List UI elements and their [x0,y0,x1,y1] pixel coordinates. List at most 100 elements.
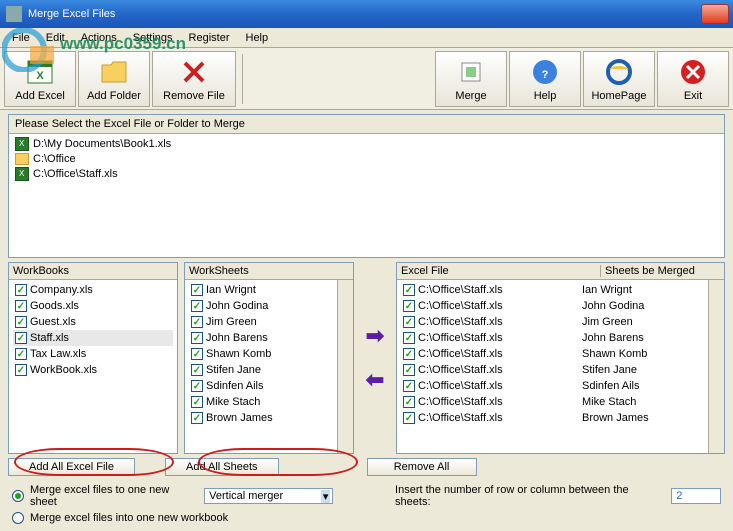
merge-row[interactable]: C:\Office\Staff.xlsJohn Barens [401,330,704,346]
remove-all-button[interactable]: Remove All [367,458,477,476]
add-excel-button[interactable]: X Add Excel [4,51,76,107]
checkbox[interactable] [191,396,203,408]
worksheet-item[interactable]: Jim Green [189,314,333,330]
merge-row[interactable]: C:\Office\Staff.xlsShawn Komb [401,346,704,362]
options-area: Merge excel files to one new sheet Verti… [0,480,733,528]
checkbox[interactable] [403,316,415,328]
checkbox[interactable] [403,396,415,408]
scrollbar[interactable] [708,280,724,453]
merge-row[interactable]: C:\Office\Staff.xlsMike Stach [401,394,704,410]
workbook-item[interactable]: Company.xls [13,282,173,298]
bottom-buttons: Add All Excel File Add All Sheets Remove… [0,454,733,480]
menu-help[interactable]: Help [238,30,277,46]
excel-file-icon [15,167,29,181]
remove-file-button[interactable]: Remove File [152,51,236,107]
file-path: D:\My Documents\Book1.xls [33,138,171,150]
menu-edit[interactable]: Edit [38,30,73,46]
checkbox[interactable] [403,300,415,312]
merge-list[interactable]: C:\Office\Staff.xlsIan WrigntC:\Office\S… [397,280,708,453]
checkbox[interactable] [15,316,27,328]
radio-one-workbook[interactable] [12,512,24,524]
merge-file: C:\Office\Staff.xls [418,396,579,408]
merge-row[interactable]: C:\Office\Staff.xlsIan Wrignt [401,282,704,298]
homepage-button[interactable]: HomePage [583,51,655,107]
checkbox[interactable] [403,348,415,360]
arrow-left[interactable]: ⬅ [366,367,384,393]
checkbox[interactable] [15,364,27,376]
menu-settings[interactable]: Settings [125,30,181,46]
merge-button[interactable]: Merge [435,51,507,107]
add-folder-button[interactable]: Add Folder [78,51,150,107]
file-row[interactable]: C:\Office [13,152,720,166]
checkbox[interactable] [191,348,203,360]
merge-direction-select[interactable]: Vertical merger [204,488,333,504]
file-row[interactable]: C:\Office\Staff.xls [13,166,720,182]
arrow-right[interactable]: ➡ [366,323,384,349]
checkbox[interactable] [403,284,415,296]
workbook-item[interactable]: Guest.xls [13,314,173,330]
close-button[interactable] [701,4,729,24]
worksheet-name: Sdinfen Ails [206,380,263,392]
file-row[interactable]: D:\My Documents\Book1.xls [13,136,720,152]
checkbox[interactable] [191,300,203,312]
worksheet-item[interactable]: John Barens [189,330,333,346]
worksheet-item[interactable]: Mike Stach [189,394,333,410]
x-icon [178,56,210,88]
checkbox[interactable] [191,316,203,328]
checkbox[interactable] [403,332,415,344]
workbook-item[interactable]: Goods.xls [13,298,173,314]
exit-button[interactable]: Exit [657,51,729,107]
worksheet-item[interactable]: Stifen Jane [189,362,333,378]
workbook-item[interactable]: WorkBook.xls [13,362,173,378]
excel-file-icon [15,137,29,151]
merge-sheet: Ian Wrignt [582,284,702,296]
checkbox[interactable] [403,380,415,392]
help-button[interactable]: ? Help [509,51,581,107]
merge-sheet: Stifen Jane [582,364,702,376]
checkbox[interactable] [403,364,415,376]
checkbox[interactable] [191,364,203,376]
worksheet-item[interactable]: Shawn Komb [189,346,333,362]
merge-file: C:\Office\Staff.xls [418,316,579,328]
add-all-excel-button[interactable]: Add All Excel File [8,458,135,476]
menu-actions[interactable]: Actions [73,30,125,46]
worksheet-item[interactable]: Brown James [189,410,333,426]
worksheets-list[interactable]: Ian Wrignt John GodinaJim GreenJohn Baren… [185,280,337,453]
workbooks-list[interactable]: Company.xlsGoods.xls Guest.xls Staff.xlsTa… [9,280,177,453]
merge-row[interactable]: C:\Office\Staff.xlsStifen Jane [401,362,704,378]
worksheet-item[interactable]: Sdinfen Ails [189,378,333,394]
workbooks-panel: WorkBooks Company.xlsGoods.xlsGuest.xlsS… [8,262,178,454]
file-select-panel: Please Select the Excel File or Folder t… [8,114,725,258]
merge-row[interactable]: C:\Office\Staff.xlsJim Green [401,314,704,330]
menu-register[interactable]: Register [181,30,238,46]
radio-one-sheet[interactable] [12,490,24,502]
checkbox[interactable] [15,332,27,344]
checkbox[interactable] [15,300,27,312]
checkbox[interactable] [191,284,203,296]
merge-file: C:\Office\Staff.xls [418,412,579,424]
merge-sheet: Brown James [582,412,702,424]
checkbox[interactable] [191,332,203,344]
checkbox[interactable] [191,380,203,392]
checkbox[interactable] [191,412,203,424]
workbook-item[interactable]: Staff.xls [13,330,173,346]
menu-file[interactable]: File [4,30,38,46]
workbook-item[interactable]: Tax Law.xls [13,346,173,362]
row-insert-input[interactable]: 2 [671,488,721,504]
checkbox[interactable] [15,348,27,360]
merge-row[interactable]: C:\Office\Staff.xlsSdinfen Ails [401,378,704,394]
checkbox[interactable] [15,284,27,296]
checkbox[interactable] [403,412,415,424]
add-all-sheets-button[interactable]: Add All Sheets [165,458,279,476]
worksheet-item[interactable]: John Godina [189,298,333,314]
merge-row[interactable]: C:\Office\Staff.xlsBrown James [401,410,704,426]
worksheet-name: Ian Wrignt [206,284,256,296]
merge-sheet: Jim Green [582,316,702,328]
worksheets-panel: WorkSheets Ian WrigntJohn GodinaJim Gree… [184,262,354,454]
file-list[interactable]: D:\My Documents\Book1.xls C:\OfficeC:\Off… [9,134,724,184]
merge-row[interactable]: C:\Office\Staff.xlsJohn Godina [401,298,704,314]
workbook-name: Guest.xls [30,316,76,328]
worksheet-item[interactable]: Ian Wrignt [189,282,333,298]
scrollbar[interactable] [337,280,353,453]
exit-icon [677,56,709,88]
